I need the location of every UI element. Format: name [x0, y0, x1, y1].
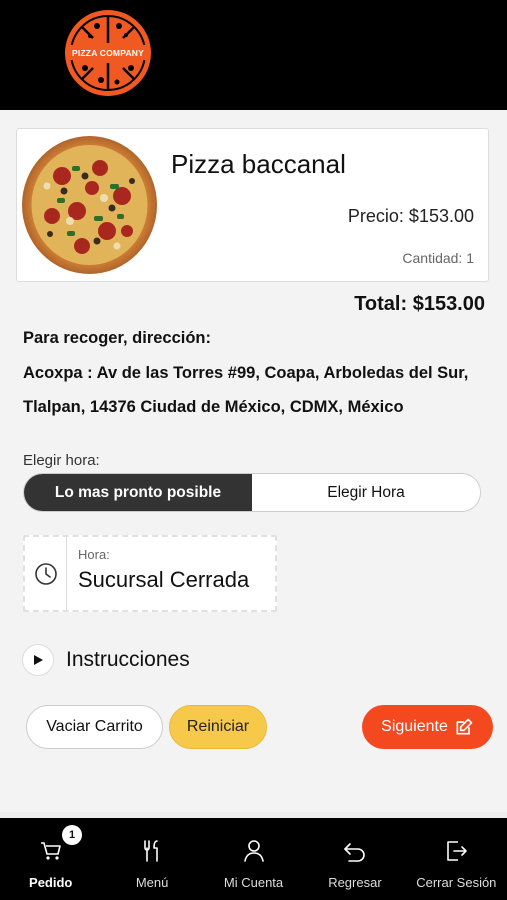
next-button-label: Siguiente	[381, 718, 448, 735]
tab-label: Pedido	[29, 875, 73, 890]
top-bar: PIZZA COMPANY	[0, 0, 507, 110]
back-arrow-icon	[344, 843, 365, 862]
pizza-photo	[22, 136, 157, 274]
product-quantity: Cantidad: 1	[402, 250, 474, 266]
product-name: Pizza baccanal	[171, 149, 346, 179]
instructions-toggle[interactable]: Instrucciones	[22, 644, 190, 676]
hora-field[interactable]: Hora: Sucursal Cerrada	[23, 535, 277, 612]
tab-label: Mi Cuenta	[223, 875, 284, 890]
pickup-address: Acoxpa : Av de las Torres #99, Coapa, Ar…	[23, 364, 469, 416]
pickup-label: Para recoger, dirección:	[23, 329, 212, 347]
tab-label: Regresar	[328, 875, 382, 890]
hora-label: Hora:	[78, 547, 110, 562]
tab-menu[interactable]: Menú	[101, 818, 202, 900]
tab-label: Cerrar Sesión	[416, 875, 497, 890]
empty-cart-button[interactable]: Vaciar Carrito	[26, 705, 163, 749]
next-button[interactable]: Siguiente	[362, 705, 493, 749]
tab-mi-cuenta[interactable]: Mi Cuenta	[203, 818, 304, 900]
cart-icon	[40, 842, 61, 860]
tab-pedido[interactable]: 1 Pedido	[0, 818, 101, 900]
tab-label: Menú	[135, 875, 169, 890]
play-icon	[22, 644, 54, 676]
cart-item-card: Pizza baccanal Precio: $153.00 Cantidad:…	[16, 128, 489, 282]
logo-text: PIZZA COMPANY	[71, 48, 144, 58]
tab-bar: 1 Pedido Menú Mi Cuenta Regresar Cerrar …	[0, 818, 507, 900]
tab-regresar[interactable]: Regresar	[304, 818, 405, 900]
fork-knife-icon	[144, 840, 158, 862]
option-choose-time[interactable]: Elegir Hora	[252, 474, 480, 511]
product-price: Precio: $153.00	[347, 206, 474, 226]
time-label: Elegir hora:	[23, 452, 100, 469]
option-asap[interactable]: Lo mas pronto posible	[24, 474, 252, 511]
edit-icon	[456, 718, 473, 735]
reset-button[interactable]: Reiniciar	[169, 705, 267, 749]
instructions-label: Instrucciones	[66, 648, 190, 671]
order-total: Total: $153.00	[354, 293, 485, 315]
hora-value: Sucursal Cerrada	[78, 567, 250, 592]
logout-icon	[447, 841, 468, 861]
cart-count-badge: 1	[62, 825, 82, 845]
user-icon	[243, 840, 264, 862]
tab-cerrar-sesion[interactable]: Cerrar Sesión	[406, 818, 507, 900]
hora-icon-column	[25, 537, 67, 610]
pizza-company-logo[interactable]: PIZZA COMPANY	[63, 8, 153, 98]
clock-icon	[34, 562, 57, 585]
time-selector: Lo mas pronto posible Elegir Hora	[23, 473, 481, 512]
